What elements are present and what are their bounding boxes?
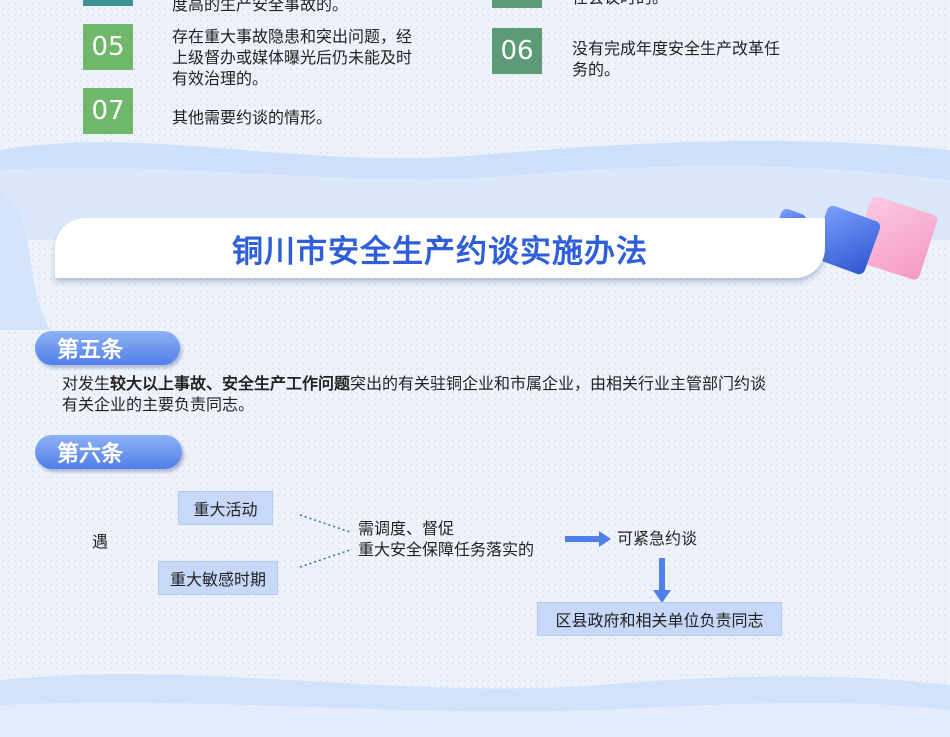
prev-item-number-bar	[83, 0, 133, 6]
article-6-label: 第六条	[35, 435, 182, 469]
right-arrow-icon	[565, 531, 611, 547]
item-05-number: 05	[83, 24, 133, 70]
prev-right-item-text: 任会议时的。	[572, 0, 668, 8]
down-arrow-icon	[653, 558, 671, 603]
page-title: 铜川市安全生产约谈实施办法	[232, 233, 648, 270]
item-06-text: 没有完成年度安全生产改革任 务的。	[572, 39, 781, 79]
item-05-text: 存在重大事故隐患和突出问题，经 上级督办或媒体曝光后仍未能及时 有效治理的。	[172, 27, 413, 88]
prev-right-item-number-bar	[492, 0, 542, 8]
item-07-text: 其他需要约谈的情形。	[172, 108, 333, 127]
responsible-officials-box: 区县政府和相关单位负责同志	[537, 602, 782, 636]
item-06-number: 06	[492, 28, 542, 74]
article-5-label: 第五条	[35, 331, 180, 365]
bottom-wave	[0, 674, 950, 737]
article-5-text: 对发生较大以上事故、安全生产工作问题突出的有关驻铜企业和市属企业，由相关行业主管…	[62, 374, 767, 414]
urgent-interview-text: 可紧急约谈	[617, 529, 698, 548]
prev-item-text: 度高的生产安全事故的。	[172, 0, 349, 14]
item-07-number: 07	[83, 88, 133, 134]
sensitive-period-box: 重大敏感时期	[158, 561, 278, 595]
major-event-box: 重大活动	[178, 491, 273, 525]
encounter-text: 遇	[92, 532, 109, 551]
connector-lines	[299, 514, 351, 568]
title-banner: 铜川市安全生产约谈实施办法	[55, 218, 825, 278]
requirement-text: 需调度、督促 重大安全保障任务落实的	[358, 519, 535, 559]
left-wave-decoration	[0, 190, 50, 330]
